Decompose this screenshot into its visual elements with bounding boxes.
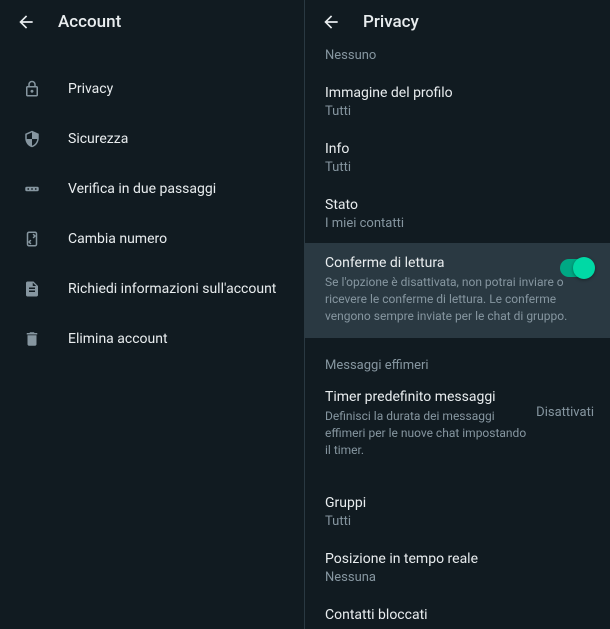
trash-icon (22, 329, 42, 349)
lock-icon (22, 79, 42, 99)
setting-partial: Nessuno (305, 44, 610, 75)
menu-item-privacy[interactable]: Privacy (0, 64, 304, 114)
setting-title: Info (325, 141, 594, 157)
setting-default-timer[interactable]: Timer predefinito messaggi Definisci la … (305, 379, 610, 470)
setting-title: Timer predefinito messaggi (325, 389, 526, 405)
setting-description: Definisci la durata dei messaggi effimer… (325, 408, 526, 458)
setting-groups[interactable]: Gruppi Tutti (305, 471, 610, 541)
setting-value: I miei contatti (325, 216, 594, 231)
setting-live-location[interactable]: Posizione in tempo reale Nessuna (305, 541, 610, 597)
menu-label: Sicurezza (68, 131, 128, 147)
menu-label: Privacy (68, 81, 113, 97)
toggle-knob-icon (573, 257, 595, 279)
menu-label: Elimina account (68, 331, 168, 347)
setting-title: Gruppi (325, 495, 594, 511)
setting-read-receipts: Conferme di lettura Se l'opzione è disat… (305, 243, 610, 338)
back-arrow-icon[interactable] (321, 12, 341, 32)
privacy-panel: Privacy Nessuno Immagine del profilo Tut… (305, 0, 610, 629)
menu-label: Cambia numero (68, 231, 167, 247)
setting-title: Contatti bloccati (325, 607, 594, 623)
password-icon (22, 179, 42, 199)
setting-info[interactable]: Info Tutti (305, 131, 610, 187)
back-arrow-icon[interactable] (16, 12, 36, 32)
setting-blocked-contacts[interactable]: Contatti bloccati (305, 597, 610, 629)
setting-status[interactable]: Stato I miei contatti (305, 187, 610, 243)
privacy-header: Privacy (305, 0, 610, 44)
shield-icon (22, 129, 42, 149)
menu-item-change-number[interactable]: Cambia numero (0, 214, 304, 264)
menu-item-delete-account[interactable]: Elimina account (0, 314, 304, 364)
setting-title: Conferme di lettura (325, 255, 594, 271)
setting-title: Posizione in tempo reale (325, 551, 594, 567)
account-title: Account (58, 12, 121, 32)
setting-value: Disattivati (536, 389, 594, 420)
setting-value: Tutti (325, 514, 594, 529)
menu-item-two-step[interactable]: Verifica in due passaggi (0, 164, 304, 214)
menu-label: Verifica in due passaggi (68, 181, 216, 197)
account-panel: Account Privacy Sicurezza Verifica in du… (0, 0, 305, 629)
setting-value: Nessuno (325, 48, 594, 63)
read-receipts-toggle[interactable] (560, 259, 594, 277)
setting-profile-image[interactable]: Immagine del profilo Tutti (305, 75, 610, 131)
account-menu: Privacy Sicurezza Verifica in due passag… (0, 44, 304, 364)
document-icon (22, 279, 42, 299)
setting-title: Stato (325, 197, 594, 213)
setting-value: Tutti (325, 104, 594, 119)
menu-item-request-info[interactable]: Richiedi informazioni sull'account (0, 264, 304, 314)
sim-swap-icon (22, 229, 42, 249)
setting-title: Immagine del profilo (325, 85, 594, 101)
privacy-title: Privacy (363, 12, 419, 32)
setting-description: Se l'opzione è disattivata, non potrai i… (325, 274, 594, 324)
setting-value: Nessuna (325, 570, 594, 585)
menu-label: Richiedi informazioni sull'account (68, 281, 276, 297)
account-header: Account (0, 0, 304, 44)
menu-item-security[interactable]: Sicurezza (0, 114, 304, 164)
setting-value: Tutti (325, 160, 594, 175)
section-ephemeral: Messaggi effimeri (305, 338, 610, 379)
